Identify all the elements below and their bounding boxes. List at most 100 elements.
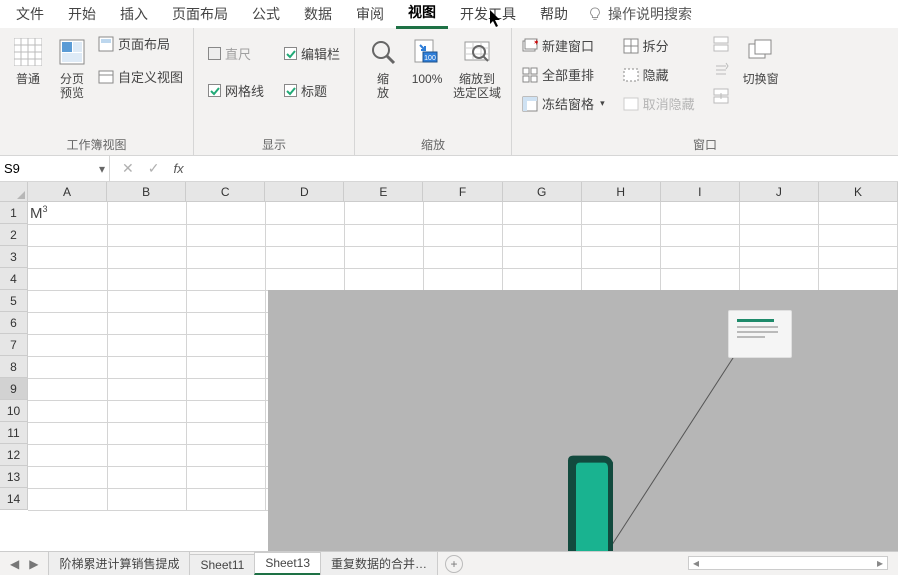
name-box[interactable]: ▾	[0, 156, 110, 181]
custom-views-button[interactable]: 自定义视图	[98, 67, 183, 86]
col-header[interactable]: A	[28, 182, 107, 202]
menu-bar: 文件 开始 插入 页面布局 公式 数据 审阅 视图 开发工具 帮助 操作说明搜索	[0, 0, 898, 28]
cell-A1[interactable]: M3	[28, 202, 107, 224]
svg-text:✶: ✶	[533, 38, 538, 47]
row-header[interactable]: 14	[0, 488, 28, 510]
name-box-dropdown-icon[interactable]: ▾	[99, 162, 105, 176]
chevron-down-icon: ▾	[600, 98, 605, 109]
menu-file[interactable]: 文件	[4, 0, 56, 28]
menu-help[interactable]: 帮助	[528, 0, 580, 28]
menu-review[interactable]: 审阅	[344, 0, 396, 28]
enter-formula-icon[interactable]: ✓	[148, 160, 160, 177]
group-workbook-views: 普通 分页 预览 页面布局 自定义视图 工作簿视图	[0, 28, 194, 155]
row-header[interactable]: 4	[0, 268, 28, 290]
menu-search[interactable]: 操作说明搜索	[588, 4, 692, 24]
col-header[interactable]: E	[344, 182, 423, 202]
row-header[interactable]: 12	[0, 444, 28, 466]
sheet-tab-bar: ◀ ▶ 阶梯累进计算销售提成 Sheet11 Sheet13 重复数据的合并… …	[0, 551, 898, 575]
checkbox-ruler[interactable]: 直尺	[208, 44, 264, 63]
svg-text:100: 100	[424, 55, 436, 62]
menu-insert[interactable]: 插入	[108, 0, 160, 28]
col-header[interactable]: B	[107, 182, 186, 202]
page-break-icon	[56, 36, 88, 68]
sheet-tab[interactable]: 阶梯累进计算销售提成	[48, 551, 190, 575]
zoom-100-button[interactable]: 100 100%	[405, 32, 449, 90]
zoom-to-selection-button[interactable]: 缩放到 选定区域	[449, 32, 505, 105]
col-header[interactable]: J	[740, 182, 819, 202]
col-header[interactable]: K	[819, 182, 898, 202]
page-layout-icon	[98, 36, 114, 52]
row-header[interactable]: 9	[0, 378, 28, 400]
menu-home[interactable]: 开始	[56, 0, 108, 28]
col-header[interactable]: D	[265, 182, 344, 202]
menu-developer[interactable]: 开发工具	[448, 0, 528, 28]
menu-view[interactable]: 视图	[396, 0, 448, 29]
row-header[interactable]: 10	[0, 400, 28, 422]
row-headers: 1 2 3 4 5 6 7 8 9 10 11 12 13 14	[0, 202, 28, 510]
lightbulb-icon	[588, 7, 602, 21]
zoom-button[interactable]: 缩 放	[361, 32, 405, 105]
split-button[interactable]: 拆分	[623, 36, 695, 55]
col-header[interactable]: F	[423, 182, 502, 202]
sheet-tab[interactable]: Sheet11	[189, 554, 255, 575]
unhide-button: 取消隐藏	[623, 94, 695, 113]
row-header[interactable]: 3	[0, 246, 28, 268]
page-layout-button[interactable]: 页面布局	[98, 34, 183, 53]
hide-icon	[623, 67, 639, 83]
row-header[interactable]: 5	[0, 290, 28, 312]
checkbox-gridlines[interactable]: 网格线	[208, 81, 264, 100]
col-header[interactable]: H	[582, 182, 661, 202]
fx-icon[interactable]: fx	[173, 161, 183, 176]
page-break-preview-button[interactable]: 分页 预览	[50, 32, 94, 105]
group-label-zoom: 缩放	[361, 134, 505, 153]
add-sheet-button[interactable]: +	[445, 555, 463, 573]
sheet-nav-prev-icon[interactable]: ◀	[10, 557, 19, 571]
floating-doc-icon	[728, 310, 792, 358]
checkbox-headings[interactable]: 标题	[284, 81, 340, 100]
row-header[interactable]: 2	[0, 224, 28, 246]
menu-page-layout[interactable]: 页面布局	[160, 0, 240, 28]
checkbox-icon	[284, 84, 297, 97]
arrange-all-button[interactable]: 全部重排	[522, 65, 605, 84]
checkbox-icon	[284, 47, 297, 60]
row-header[interactable]: 7	[0, 334, 28, 356]
scroll-right-icon[interactable]: ▸	[873, 556, 887, 570]
freeze-panes-button[interactable]: 冻结窗格 ▾	[522, 94, 605, 113]
view-normal-button[interactable]: 普通	[6, 32, 50, 90]
switch-windows-button[interactable]: 切换窗	[737, 32, 785, 90]
group-window: ✶ 新建窗口 全部重排 冻结窗格 ▾ 拆分	[512, 28, 898, 155]
row-header[interactable]: 11	[0, 422, 28, 444]
new-window-button[interactable]: ✶ 新建窗口	[522, 36, 605, 55]
sheet-nav-next-icon[interactable]: ▶	[29, 557, 38, 571]
menu-formulas[interactable]: 公式	[240, 0, 292, 28]
col-header[interactable]: I	[661, 182, 740, 202]
view-side-by-side-button[interactable]	[713, 36, 729, 52]
name-box-input[interactable]	[4, 161, 74, 176]
freeze-panes-icon	[522, 96, 538, 112]
hide-button[interactable]: 隐藏	[623, 65, 695, 84]
cancel-formula-icon[interactable]: ✕	[122, 160, 134, 177]
row-header[interactable]: 6	[0, 312, 28, 334]
ribbon: 普通 分页 预览 页面布局 自定义视图 工作簿视图	[0, 28, 898, 156]
custom-views-icon	[98, 69, 114, 85]
formula-bar: ▾ ✕ ✓ fx	[0, 156, 898, 182]
formula-input[interactable]	[202, 161, 892, 176]
row-header[interactable]: 1	[0, 202, 28, 224]
col-header[interactable]: G	[503, 182, 582, 202]
col-header[interactable]: C	[186, 182, 265, 202]
floating-graphic[interactable]	[268, 290, 898, 551]
scroll-left-icon[interactable]: ◂	[689, 556, 703, 570]
select-all-corner[interactable]	[0, 182, 28, 202]
menu-data[interactable]: 数据	[292, 0, 344, 28]
sync-scroll-button[interactable]	[713, 62, 729, 78]
sheet-tab[interactable]: Sheet13	[254, 552, 321, 575]
horizontal-scrollbar[interactable]: ◂ ▸	[688, 556, 888, 570]
unhide-icon	[623, 96, 639, 112]
reset-window-button[interactable]	[713, 88, 729, 104]
row-header[interactable]: 13	[0, 466, 28, 488]
sheet-tab[interactable]: 重复数据的合并…	[320, 551, 438, 575]
checkbox-formula-bar[interactable]: 编辑栏	[284, 44, 340, 63]
row-header[interactable]: 8	[0, 356, 28, 378]
reset-window-icon	[713, 88, 729, 104]
arrange-all-icon	[522, 67, 538, 83]
